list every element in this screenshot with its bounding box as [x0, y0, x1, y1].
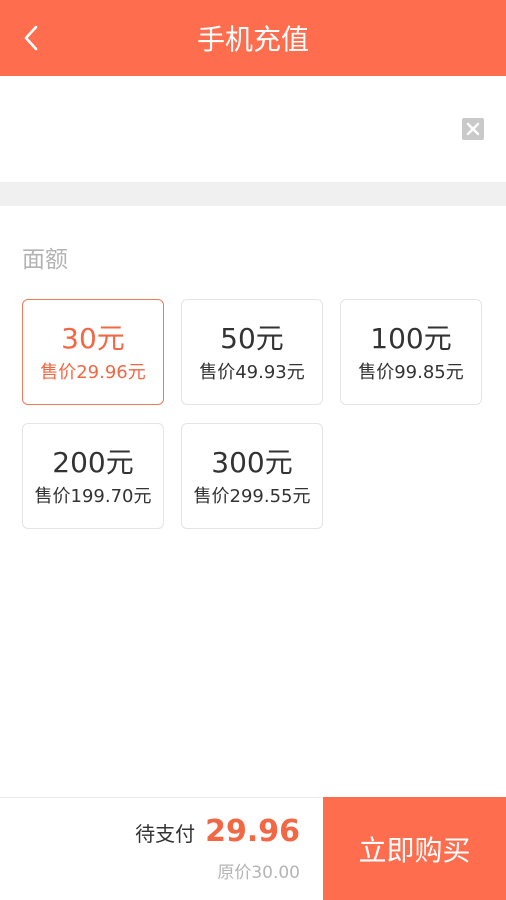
phone-number-row — [0, 76, 506, 182]
pay-amount: 29.96 — [205, 814, 300, 849]
amount-option-50[interactable]: 50元 售价49.93元 — [181, 299, 323, 405]
header-bar: 手机充值 — [0, 0, 506, 76]
buy-now-button[interactable]: 立即购买 — [323, 797, 506, 900]
amount-section-label: 面额 — [22, 247, 68, 273]
amount-face-value: 100元 — [370, 322, 452, 355]
amount-sale-price: 售价29.96元 — [40, 362, 146, 383]
section-divider — [0, 182, 506, 206]
page-title: 手机充值 — [196, 23, 309, 56]
amount-option-100[interactable]: 100元 售价99.85元 — [340, 299, 482, 405]
amount-face-value: 30元 — [61, 322, 125, 355]
amount-option-300[interactable]: 300元 售价299.55元 — [181, 423, 323, 529]
amount-sale-price: 售价99.85元 — [358, 362, 464, 383]
close-icon — [466, 122, 480, 136]
amount-option-200[interactable]: 200元 售价199.70元 — [22, 423, 164, 529]
amount-sale-price: 售价199.70元 — [34, 486, 152, 507]
amount-face-value: 300元 — [211, 446, 293, 479]
amount-sale-price: 售价299.55元 — [193, 486, 311, 507]
clear-button[interactable] — [462, 118, 484, 140]
amount-face-value: 50元 — [220, 322, 284, 355]
pay-label: 待支付 — [135, 822, 196, 846]
amount-option-30[interactable]: 30元 售价29.96元 — [22, 299, 164, 405]
amount-sale-price: 售价49.93元 — [199, 362, 305, 383]
original-price: 原价30.00 — [217, 863, 300, 883]
phone-number-input[interactable] — [20, 106, 444, 152]
pay-summary: 待支付 29.96 — [135, 814, 300, 849]
amount-face-value: 200元 — [52, 446, 134, 479]
